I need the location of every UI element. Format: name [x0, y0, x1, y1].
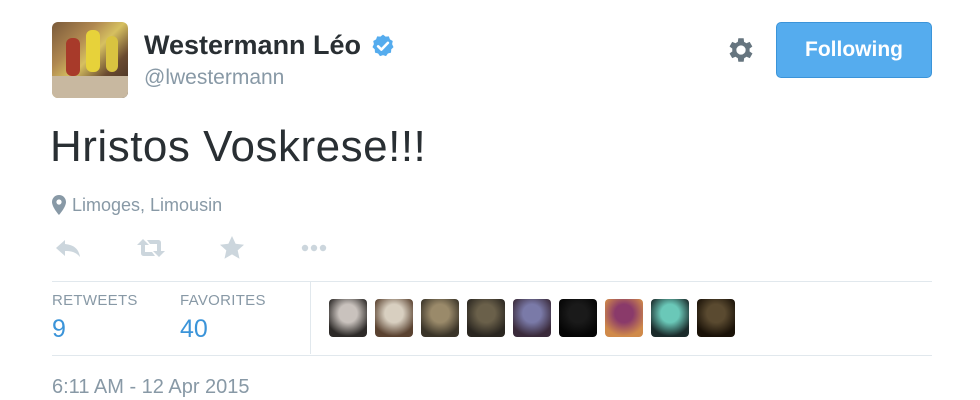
favoriter-avatar-7[interactable]	[605, 299, 643, 337]
avatar-player-shape	[106, 36, 118, 72]
more-options-icon[interactable]	[297, 233, 331, 263]
following-button[interactable]: Following	[776, 22, 932, 78]
tweet-timestamp[interactable]: 6:11 AM - 12 Apr 2015	[52, 376, 250, 399]
favoriter-avatar-5[interactable]	[513, 299, 551, 337]
avatar-player-shape	[66, 38, 80, 76]
tweet-header: Westermann Léo @lwestermann Following	[52, 22, 932, 98]
reply-icon[interactable]	[52, 233, 86, 263]
avatar-court-shape	[52, 76, 128, 98]
stats-bottom-divider	[52, 355, 932, 356]
user-name-row[interactable]: Westermann Léo	[144, 30, 396, 61]
location-pin-icon	[52, 195, 66, 215]
favoriter-avatar-4[interactable]	[467, 299, 505, 337]
avatar-player-shape	[86, 30, 100, 72]
tweet-stats: RETWEETS 9 FAVORITES 40	[52, 282, 932, 354]
gear-icon[interactable]	[725, 34, 757, 66]
favorites-label: FAVORITES	[180, 292, 266, 309]
user-avatar[interactable]	[52, 22, 128, 98]
favoriter-avatar-1[interactable]	[329, 299, 367, 337]
favoriter-avatar-8[interactable]	[651, 299, 689, 337]
favorites-count[interactable]: 40	[180, 315, 266, 344]
retweets-stat[interactable]: RETWEETS 9	[52, 292, 138, 344]
tweet-location: Limoges, Limousin	[52, 195, 222, 216]
favoriter-avatar-3[interactable]	[421, 299, 459, 337]
favoriter-avatar-6[interactable]	[559, 299, 597, 337]
user-full-name[interactable]: Westermann Léo	[144, 30, 361, 60]
location-link[interactable]: Limoges, Limousin	[72, 195, 222, 215]
favoriter-avatar-2[interactable]	[375, 299, 413, 337]
verified-badge-icon	[372, 34, 394, 56]
favorite-star-icon[interactable]	[215, 233, 249, 263]
favorites-stat[interactable]: FAVORITES 40	[180, 292, 266, 344]
tweet-text: Hristos Voskrese!!!	[50, 122, 427, 171]
retweets-label: RETWEETS	[52, 292, 138, 309]
stats-separator	[310, 282, 311, 354]
retweets-count[interactable]: 9	[52, 315, 138, 344]
retweet-icon[interactable]	[134, 233, 168, 263]
favoriter-avatar-9[interactable]	[697, 299, 735, 337]
user-handle[interactable]: @lwestermann	[144, 66, 284, 90]
